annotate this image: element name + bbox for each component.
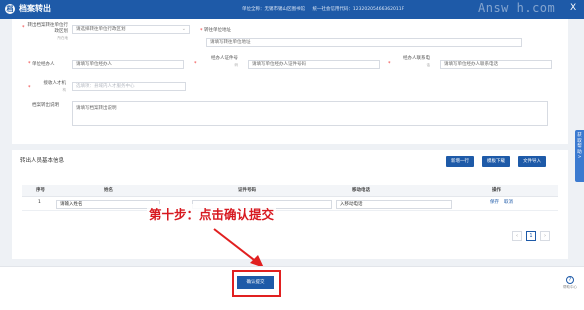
handler-label: 单位经办人 bbox=[32, 62, 55, 67]
file-import-button[interactable]: 文件导入 bbox=[518, 156, 546, 167]
people-section: 转出人员基本信息 新增一行 模板下载 文件导入 序号 姓名 证件号码 移动电话 … bbox=[12, 150, 568, 259]
save-link[interactable]: 保存 bbox=[490, 197, 499, 209]
page-title: 档案转出 bbox=[19, 4, 51, 13]
note-label: 档案转出说明 bbox=[32, 103, 59, 108]
name-input[interactable]: 请输入姓名 bbox=[56, 200, 160, 209]
title-bar: 档 档案转出 单位全称：无锡市锡山区图书馆 统一社会信用代码：123202054… bbox=[0, 0, 584, 19]
confirm-submit-button[interactable]: 确认提交 bbox=[237, 276, 274, 289]
unit-name: 单位全称：无锡市锡山区图书馆 bbox=[242, 7, 305, 12]
cancel-link[interactable]: 取消 bbox=[504, 197, 513, 209]
column-header: 姓名 bbox=[104, 188, 113, 193]
page-number-button[interactable]: 1 bbox=[526, 231, 536, 241]
address-input[interactable]: 请填写转往单位地址 bbox=[206, 38, 522, 47]
address-label: 转往单位地址 bbox=[204, 28, 231, 33]
required-mark: * bbox=[22, 25, 25, 31]
bottom-bar bbox=[0, 266, 584, 310]
required-mark: * bbox=[28, 85, 31, 91]
column-header: 操作 bbox=[492, 188, 501, 193]
required-mark: * bbox=[388, 61, 391, 67]
mobile-input[interactable]: 入移动电话 bbox=[336, 200, 452, 209]
table-row: 1 请输入姓名 入移动电话 保存 取消 bbox=[22, 197, 558, 211]
column-header: 移动电话 bbox=[352, 188, 370, 193]
help-center[interactable]: ? 帮助中心 bbox=[563, 276, 577, 290]
help-side-tab[interactable]: 获 取 帮 助 > bbox=[575, 130, 584, 182]
handler-input[interactable]: 请填写单位经办人 bbox=[72, 60, 184, 69]
talent-org-select[interactable]: 选填项：县域内人才服务中心 bbox=[72, 82, 186, 91]
column-header: 序号 bbox=[36, 188, 45, 193]
prev-page-button[interactable]: ‹ bbox=[512, 231, 522, 241]
app-logo-icon: 档 bbox=[5, 4, 15, 14]
unit-info: 单位全称：无锡市锡山区图书馆 统一社会信用代码：1232020546636201… bbox=[242, 6, 410, 13]
region-select[interactable]: 请选择转往单位行政区划 ⌄ bbox=[72, 25, 190, 34]
next-page-button[interactable]: › bbox=[540, 231, 550, 241]
watermark: Answ h.com bbox=[478, 1, 556, 15]
required-mark: * bbox=[194, 61, 197, 67]
help-icon: ? bbox=[566, 276, 574, 284]
template-download-button[interactable]: 模板下载 bbox=[482, 156, 510, 167]
close-icon[interactable]: X bbox=[570, 3, 576, 13]
add-row-button[interactable]: 新增一行 bbox=[446, 156, 474, 167]
pointer-arrow-icon bbox=[213, 228, 264, 268]
phone-input[interactable]: 请填写单位经办人联系电话 bbox=[440, 60, 552, 69]
help-label: 帮助中心 bbox=[563, 285, 577, 289]
table-header: 序号 姓名 证件号码 移动电话 操作 bbox=[22, 185, 558, 197]
people-table: 序号 姓名 证件号码 移动电话 操作 1 请输入姓名 入移动电话 保存 取消 bbox=[22, 185, 558, 211]
column-header: 证件号码 bbox=[238, 188, 256, 193]
region-label: 转出档案转往单位行政区划 所在地 bbox=[27, 23, 69, 40]
required-mark: * bbox=[28, 61, 31, 67]
chevron-down-icon: ⌄ bbox=[181, 26, 186, 32]
required-mark: * bbox=[200, 28, 203, 34]
id-number-input[interactable]: 请填写单位经办人证件号码 bbox=[248, 60, 380, 69]
credit-code: 统一社会信用代码：12320205466362011F bbox=[312, 7, 405, 12]
tutorial-annotation: 第十步：点击确认提交 bbox=[147, 204, 277, 223]
phone-label: 经办人联系电话 bbox=[403, 56, 430, 67]
talent-org-label: 接收人才机构 bbox=[43, 81, 67, 92]
transfer-form: * 转出档案转往单位行政区划 所在地 请选择转往单位行政区划 ⌄ * 转往单位地址 … bbox=[12, 19, 568, 144]
id-number-label: 经办人证件号码 bbox=[211, 56, 238, 67]
note-textarea[interactable]: 请填写档案转出说明 bbox=[72, 101, 548, 126]
row-index: 1 bbox=[38, 200, 41, 205]
section-title: 转出人员基本信息 bbox=[20, 158, 65, 164]
